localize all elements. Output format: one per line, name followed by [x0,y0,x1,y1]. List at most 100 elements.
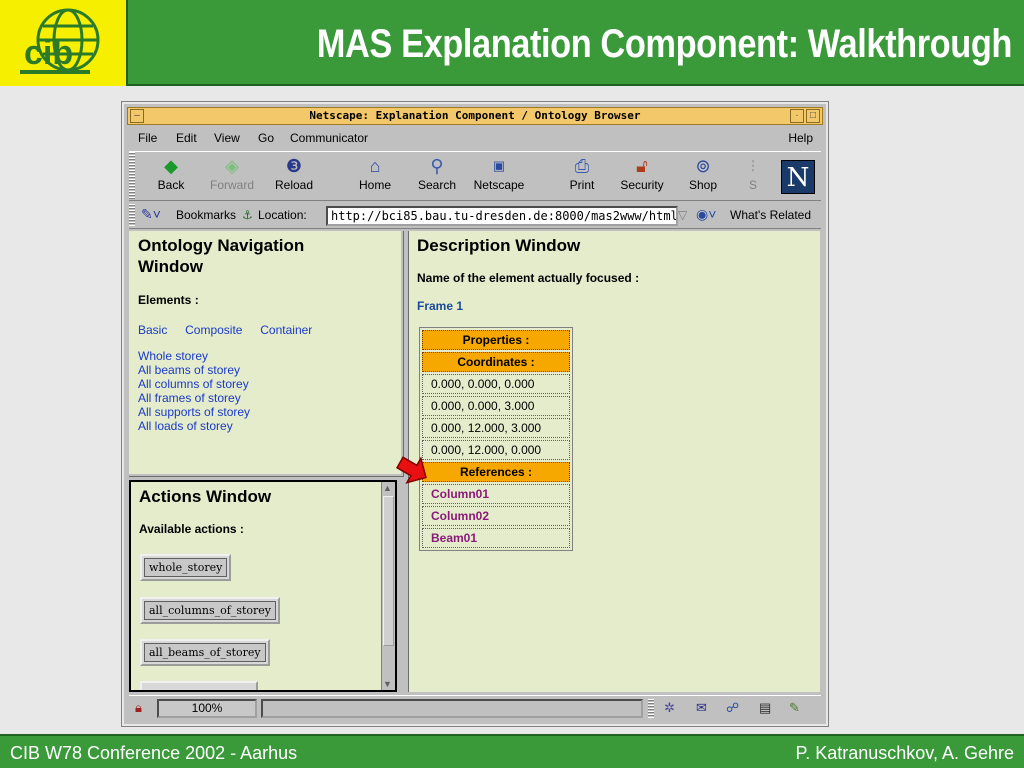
search-label: Search [417,178,457,192]
forward-button[interactable]: ◈ Forward [202,154,262,198]
slide-title: MAS Explanation Component: Walkthrough [316,22,1013,66]
lock-icon: 🔓︎ [636,156,648,176]
location-toolbar: ✎˅ Bookmarks ⚓︎ Location: http://bci85.b… [129,203,821,229]
menu-go[interactable]: Go [258,131,274,145]
shop-label: Shop [688,178,718,192]
toolbar-grip[interactable] [129,152,135,200]
logo-text: cib [24,34,73,72]
slide-footer: CIB W78 Conference 2002 - Aarhus P. Katr… [0,734,1024,768]
netscape-logo[interactable]: N [781,160,815,194]
stop-icon: ⁝ [750,156,756,176]
status-bar: 🔒︎ 100% ✲ ✉ ☍ ▤ ✎ [129,695,821,721]
home-label: Home [358,178,391,192]
category-links: Basic Composite Container [138,321,312,339]
description-frame: Description Window Name of the element a… [406,231,820,692]
actions-scrollbar[interactable]: ▲ ▼ [381,482,395,690]
reference-beam01-link[interactable]: Beam01 [422,528,570,548]
composer-icon[interactable]: ✎ [789,700,800,716]
search-button[interactable]: ⚲ Search [407,154,467,198]
whats-related-button[interactable]: What's Related [730,208,811,222]
print-icon: ⎙ [574,156,590,176]
discussion-icon[interactable]: ☍ [726,700,739,716]
actions-frame: Actions Window Available actions : whole… [129,480,397,692]
location-icon[interactable]: ⚓︎ [242,208,253,222]
window-titlebar[interactable]: – Netscape: Explanation Component / Onto… [127,107,823,125]
bookmarks-icon[interactable]: ✎˅ [141,206,161,223]
security-label: Security [620,178,664,192]
red-pointer-arrow-icon [396,456,427,484]
mail-icon[interactable]: ✉ [696,700,707,716]
location-grip[interactable] [129,204,135,226]
supports-link[interactable]: All supports of storey [138,405,250,419]
footer-conference: CIB W78 Conference 2002 - Aarhus [10,743,298,763]
reference-column01-link[interactable]: Column01 [422,484,570,504]
menu-view[interactable]: View [214,131,240,145]
navigator-icon[interactable]: ✲ [664,700,675,716]
nav-title: Ontology Navigation Window [138,236,305,276]
back-arrow-icon: ◆ [164,156,178,176]
all-columns-button-label: all_columns_of_storey [144,601,277,620]
whats-related-icon[interactable]: ◉˅ [696,206,716,223]
status-message-field [261,699,643,718]
reload-button[interactable]: ❸ Reload [264,154,324,198]
url-field[interactable]: http://bci85.bau.tu-dresden.de:8000/mas2… [326,206,678,226]
beams-link[interactable]: All beams of storey [138,363,250,377]
coordinate-row: 0.000, 0.000, 0.000 [422,374,570,394]
netscape-label: Netscape [473,178,525,192]
shop-button[interactable]: ⊚ Shop [673,154,733,198]
whole-storey-button-label: whole_storey [144,558,228,577]
component-bar-grip[interactable] [648,699,654,718]
search-icon: ⚲ [430,156,444,176]
scroll-thumb[interactable] [383,496,394,646]
coordinate-row: 0.000, 12.000, 0.000 [422,440,570,460]
cib-logo: cib [0,0,128,86]
scroll-down-icon[interactable]: ▼ [383,679,392,689]
netscape-button[interactable]: ▣ Netscape [469,154,529,198]
menu-edit[interactable]: Edit [176,131,197,145]
all-beams-button-label: all_beams_of_storey [144,643,266,662]
frames-link[interactable]: All frames of storey [138,391,250,405]
category-container-link[interactable]: Container [260,323,312,337]
reference-column02-link[interactable]: Column02 [422,506,570,526]
home-button[interactable]: ⌂ Home [345,154,405,198]
columns-link[interactable]: All columns of storey [138,377,250,391]
slide-header: cib MAS Explanation Component: Walkthrou… [0,0,1024,86]
bookmarks-button[interactable]: Bookmarks [176,208,236,222]
stop-label: S [748,178,757,192]
stop-button[interactable]: ⁝ S [741,154,765,198]
menu-file[interactable]: File [138,131,157,145]
address-book-icon[interactable]: ▤ [759,700,771,716]
location-label: Location: [258,208,307,222]
whole-storey-button[interactable]: whole_storey [140,554,232,581]
all-beams-button[interactable]: all_beams_of_storey [140,639,270,666]
all-columns-button[interactable]: all_columns_of_storey [140,597,281,624]
category-composite-link[interactable]: Composite [185,323,242,337]
menu-help[interactable]: Help [788,131,813,145]
category-basic-link[interactable]: Basic [138,323,167,337]
ontology-navigation-frame: Ontology Navigation Window Elements : Ba… [129,231,404,477]
loads-link[interactable]: All loads of storey [138,419,250,433]
netscape-icon: ▣ [492,158,506,173]
description-title: Description Window [417,236,581,255]
zoom-level: 100% [157,699,257,718]
coordinates-header: Coordinates : [422,352,570,372]
back-button[interactable]: ◆ Back [141,154,201,198]
elements-label: Elements : [138,293,199,307]
security-button[interactable]: 🔓︎ Security [612,154,672,198]
print-button[interactable]: ⎙ Print [552,154,612,198]
minimize-button[interactable]: · [790,109,804,123]
back-label: Back [157,178,185,192]
maximize-button[interactable]: □ [806,109,820,123]
window-title: Netscape: Explanation Component / Ontolo… [309,109,641,122]
url-dropdown-icon[interactable]: ▽ [678,208,687,222]
scroll-up-icon[interactable]: ▲ [383,483,392,493]
actions-title: Actions Window [139,487,272,506]
reload-label: Reload [274,178,314,192]
whole-storey-link[interactable]: Whole storey [138,349,250,363]
navigation-links: Whole storey All beams of storey All col… [138,349,250,433]
shop-icon: ⊚ [695,156,711,176]
focused-element-name: Frame 1 [417,299,464,313]
menu-communicator[interactable]: Communicator [290,131,368,145]
partial-action-button[interactable] [140,681,258,690]
security-status-icon[interactable]: 🔒︎ [135,700,142,716]
